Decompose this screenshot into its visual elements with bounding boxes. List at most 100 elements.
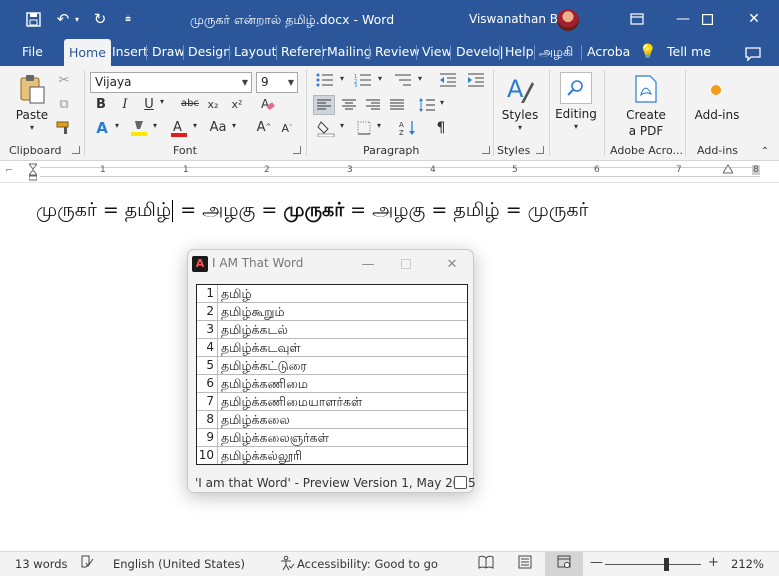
- sort-icon[interactable]: AZ: [398, 119, 418, 137]
- borders-dropdown-icon[interactable]: ▾: [374, 122, 384, 130]
- font-name-combo[interactable]: Vijaya ▼: [90, 72, 252, 93]
- shrink-font-icon[interactable]: Aˇ: [280, 121, 294, 135]
- underline-dropdown-icon[interactable]: ▾: [157, 98, 167, 106]
- paragraph-launcher-icon[interactable]: [482, 146, 490, 154]
- editing-icon[interactable]: [560, 72, 592, 104]
- document-paragraph[interactable]: முருகர் = தமிழ் = அழகு = முருகர் = அழகு …: [36, 199, 588, 224]
- cut-icon[interactable]: ✂: [55, 72, 73, 88]
- list-item[interactable]: 2 தமிழ்கூறும்: [197, 303, 467, 321]
- zoom-level[interactable]: 212%: [731, 557, 764, 571]
- redo-icon[interactable]: ↻: [89, 8, 111, 30]
- line-spacing-icon[interactable]: [418, 96, 436, 114]
- borders-icon[interactable]: [355, 119, 373, 137]
- customize-qat-icon[interactable]: ⩧: [120, 8, 136, 30]
- highlight-dropdown-icon[interactable]: ▾: [150, 122, 160, 130]
- accessibility-icon[interactable]: [279, 555, 295, 575]
- numbering-dropdown-icon[interactable]: ▾: [375, 75, 385, 83]
- list-item[interactable]: 10 தமிழ்க்கல்லூரி: [197, 447, 467, 465]
- ruler[interactable]: ⌐ 1 1 2 3 4 5 6 7 8: [0, 161, 779, 183]
- paste-label[interactable]: Paste: [13, 108, 51, 122]
- copy-icon[interactable]: ⧉: [55, 96, 73, 112]
- zoom-slider-thumb[interactable]: [664, 558, 669, 571]
- list-item[interactable]: 6 தமிழ்க்கணிமை: [197, 375, 467, 393]
- list-item[interactable]: 7 தமிழ்க்கணிமையாளர்கள்: [197, 393, 467, 411]
- read-mode-icon[interactable]: [478, 555, 494, 573]
- bold-icon[interactable]: B: [93, 96, 109, 112]
- strikethrough-icon[interactable]: abc: [179, 96, 201, 112]
- lightbulb-icon[interactable]: 💡: [639, 38, 656, 66]
- create-pdf-label-line2[interactable]: a PDF: [620, 124, 672, 138]
- word-list[interactable]: 1 தமிழ் 2 தமிழ்கூறும் 3 தமிழ்க்கடல் 4 தமிழ்க…: [196, 284, 468, 465]
- proofing-icon[interactable]: [80, 555, 94, 573]
- multilevel-dropdown-icon[interactable]: ▾: [415, 75, 425, 83]
- align-right-icon[interactable]: [363, 97, 383, 113]
- show-formatting-icon[interactable]: ¶: [433, 119, 449, 137]
- tab-selector-icon[interactable]: ⌐: [4, 166, 14, 176]
- create-pdf-label-line1[interactable]: Create: [620, 108, 672, 122]
- tab-design[interactable]: Design: [188, 38, 231, 66]
- styles-icon[interactable]: A: [503, 72, 537, 106]
- shading-dropdown-icon[interactable]: ▾: [337, 122, 347, 130]
- zoom-in-icon[interactable]: +: [708, 555, 719, 570]
- tab-draw[interactable]: Draw: [152, 38, 185, 66]
- grow-font-icon[interactable]: A ^: [256, 119, 272, 135]
- list-item[interactable]: 1 தமிழ்: [197, 285, 467, 303]
- accessibility-status[interactable]: Accessibility: Good to go: [297, 557, 438, 571]
- maximize-icon[interactable]: [684, 0, 730, 38]
- tell-me-search[interactable]: Tell me: [667, 38, 711, 66]
- undo-icon[interactable]: ↶: [52, 8, 74, 30]
- bullets-icon[interactable]: [314, 72, 336, 88]
- create-pdf-icon[interactable]: [633, 74, 659, 104]
- dialog-checkbox[interactable]: [454, 476, 467, 489]
- bullets-dropdown-icon[interactable]: ▾: [337, 75, 347, 83]
- save-icon[interactable]: [22, 8, 44, 30]
- collapse-ribbon-icon[interactable]: ⌃: [758, 146, 772, 158]
- print-layout-icon[interactable]: [518, 555, 532, 573]
- web-layout-icon[interactable]: [557, 555, 571, 573]
- tab-help[interactable]: Help: [505, 38, 534, 66]
- close-icon[interactable]: ✕: [731, 0, 777, 38]
- tab-file[interactable]: File: [22, 38, 43, 66]
- list-item[interactable]: 8 தமிழ்க்கலை: [197, 411, 467, 429]
- tab-view[interactable]: View: [422, 38, 452, 66]
- align-left-icon[interactable]: [313, 95, 335, 115]
- format-painter-icon[interactable]: [55, 120, 73, 136]
- font-color-icon[interactable]: A: [170, 118, 188, 138]
- multilevel-list-icon[interactable]: [392, 72, 414, 88]
- tab-insert[interactable]: Insert: [112, 38, 148, 66]
- clear-formatting-icon[interactable]: A: [258, 95, 276, 113]
- increase-indent-icon[interactable]: [466, 72, 486, 88]
- line-spacing-dropdown-icon[interactable]: ▾: [437, 99, 447, 107]
- addins-icon[interactable]: [706, 80, 726, 100]
- dialog-minimize-icon[interactable]: —: [354, 252, 382, 276]
- text-effects-dropdown-icon[interactable]: ▾: [112, 122, 122, 130]
- styles-dropdown-icon[interactable]: ▾: [515, 124, 525, 132]
- clipboard-launcher-icon[interactable]: [72, 146, 80, 154]
- language-status[interactable]: English (United States): [113, 557, 245, 571]
- list-item[interactable]: 9 தமிழ்க்கலைஞர்கள்: [197, 429, 467, 447]
- zoom-out-icon[interactable]: —: [590, 555, 603, 570]
- ribbon-display-icon[interactable]: [614, 0, 660, 38]
- tab-acrobat[interactable]: Acroba: [587, 38, 630, 66]
- font-launcher-icon[interactable]: [293, 146, 301, 154]
- tab-layout[interactable]: Layout: [234, 38, 277, 66]
- superscript-icon[interactable]: x²: [229, 96, 245, 112]
- editing-dropdown-icon[interactable]: ▾: [571, 123, 581, 131]
- justify-icon[interactable]: [387, 97, 407, 113]
- font-size-combo[interactable]: 9 ▼: [256, 72, 298, 93]
- user-name[interactable]: Viswanathan B: [469, 12, 558, 26]
- highlight-icon[interactable]: [130, 118, 148, 138]
- list-item[interactable]: 3 தமிழ்க்கடல்: [197, 321, 467, 339]
- paste-icon[interactable]: [16, 72, 48, 106]
- decrease-indent-icon[interactable]: [438, 72, 458, 88]
- numbering-icon[interactable]: 123: [352, 72, 374, 88]
- styles-label[interactable]: Styles: [499, 108, 541, 122]
- indent-marker-icon[interactable]: [29, 163, 37, 181]
- font-color-dropdown-icon[interactable]: ▾: [190, 122, 200, 130]
- list-item[interactable]: 4 தமிழ்க்கடவுள்: [197, 339, 467, 357]
- paste-dropdown-icon[interactable]: ▾: [27, 124, 37, 132]
- tab-alagi[interactable]: அழகி: [539, 38, 573, 66]
- styles-launcher-icon[interactable]: [536, 146, 544, 154]
- change-case-icon[interactable]: Aa: [208, 119, 228, 135]
- addins-label[interactable]: Add-ins: [692, 108, 742, 122]
